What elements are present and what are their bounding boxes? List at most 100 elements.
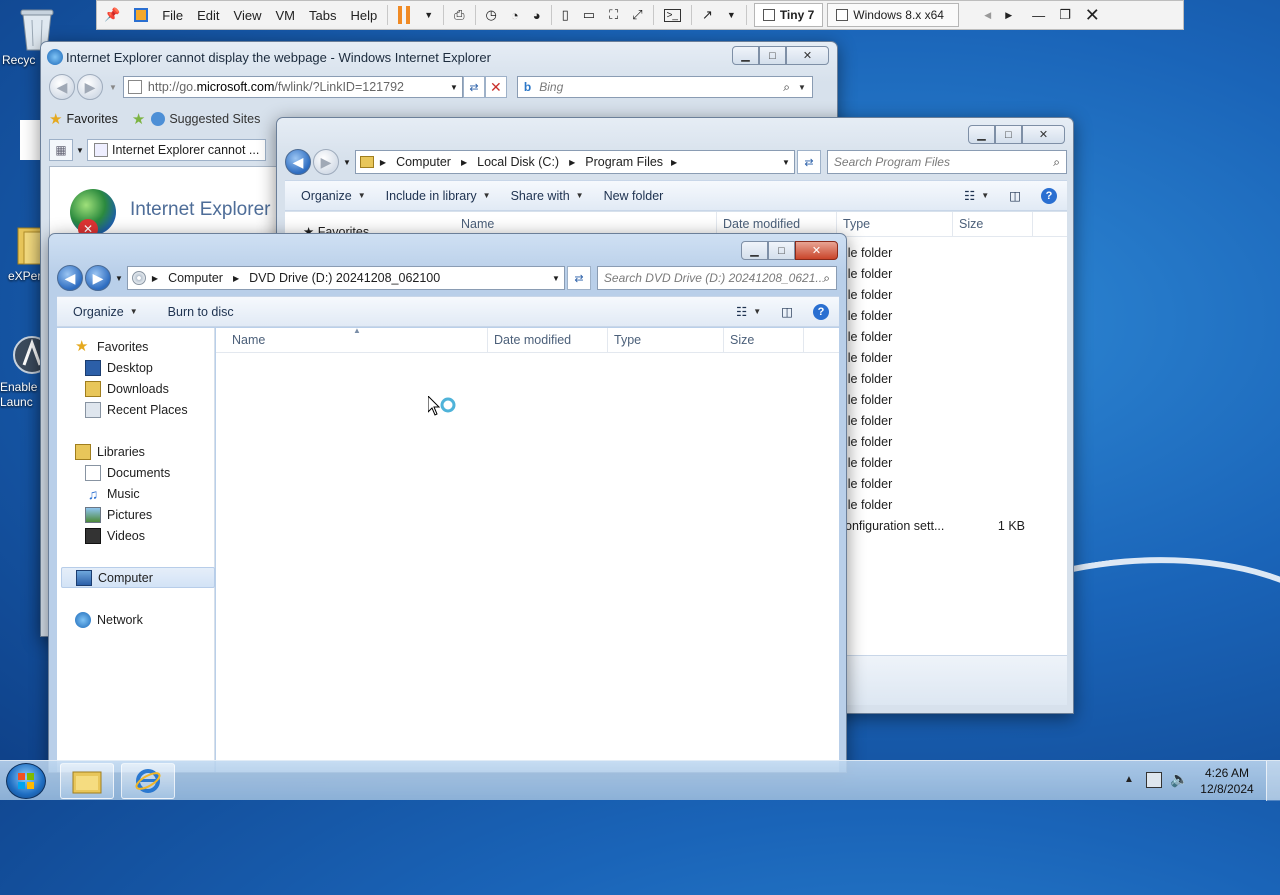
forward-button[interactable]: ▶ <box>77 74 103 100</box>
view-options-icon[interactable]: ☷ ▼ <box>726 304 771 319</box>
column-size[interactable]: Size <box>724 327 804 353</box>
table-row[interactable]: ile folder <box>845 389 1065 410</box>
back-button[interactable]: ◀ <box>285 149 311 175</box>
table-row[interactable]: ile folder <box>845 368 1065 389</box>
preview-pane-icon[interactable]: ◫ <box>999 188 1031 203</box>
table-row[interactable]: ile folder <box>845 242 1065 263</box>
favorites-button[interactable]: Favorites <box>66 112 117 126</box>
menu-edit[interactable]: Edit <box>190 0 226 30</box>
nav-music[interactable]: ♫ Music <box>75 483 214 504</box>
pause-icon[interactable] <box>391 0 417 30</box>
refresh-icon[interactable]: ⇄ <box>566 266 591 290</box>
table-row[interactable]: ile folder <box>845 347 1065 368</box>
recent-locations-dropdown[interactable]: ▼ <box>343 158 351 167</box>
close-button[interactable]: ✕ <box>786 46 829 65</box>
share-with-button[interactable]: Share with ▼ <box>501 189 594 203</box>
nav-favorites[interactable]: ★ Favorites <box>75 336 214 357</box>
table-row[interactable]: ile folder <box>845 326 1065 347</box>
column-date-modified[interactable]: Date modified <box>488 327 608 353</box>
help-icon[interactable]: ? <box>803 303 839 320</box>
vm-app-icon[interactable] <box>127 0 155 30</box>
breadcrumb-program-files[interactable]: Program Files <box>585 155 663 169</box>
table-row[interactable]: ile folder <box>845 305 1065 326</box>
stop-icon[interactable]: ✕ <box>484 76 507 98</box>
menu-help[interactable]: Help <box>343 0 384 30</box>
table-row[interactable]: ile folder <box>845 452 1065 473</box>
ie-address-bar[interactable]: http://go. microsoft.com/fwlink/?LinkID=1… <box>122 76 463 98</box>
volume-tray-icon[interactable]: 🔈 <box>1170 770 1189 788</box>
dvd-search-box[interactable]: Search DVD Drive (D:) 20241208_0621... ⌕ <box>596 266 837 290</box>
taskbar-ie-button[interactable] <box>121 763 175 799</box>
breadcrumb-computer[interactable]: Computer <box>396 155 451 169</box>
tab-list-dropdown[interactable]: ▼ <box>73 146 87 155</box>
column-type[interactable]: Type <box>837 211 953 237</box>
fullscreen-icon[interactable]: ⛶ <box>602 0 625 30</box>
nav-downloads[interactable]: Downloads <box>75 378 214 399</box>
breadcrumb-dvd-drive[interactable]: DVD Drive (D:) 20241208_062100 <box>249 271 440 285</box>
vm-tab-tiny7[interactable]: Tiny 7 <box>753 3 824 27</box>
burn-to-disc-button[interactable]: Burn to disc <box>158 305 244 319</box>
view-options-icon[interactable]: ☷ ▼ <box>954 188 999 203</box>
restore-icon[interactable]: ❐ <box>1052 0 1078 30</box>
search-icon[interactable]: ⌕ <box>783 80 790 95</box>
close-icon[interactable]: ✕ <box>1078 0 1107 30</box>
minimize-button[interactable]: ▁ <box>741 241 768 260</box>
show-hidden-icons-button[interactable]: ▲ <box>1124 774 1134 785</box>
minimize-button[interactable]: ▁ <box>968 125 995 144</box>
minimize-icon[interactable]: — <box>1025 0 1052 30</box>
preview-pane-icon[interactable]: ◫ <box>771 304 803 319</box>
nav-pictures[interactable]: Pictures <box>75 504 214 525</box>
back-button[interactable]: ◀ <box>49 74 75 100</box>
vm-tab-windows8[interactable]: Windows 8.x x64 <box>827 3 960 27</box>
table-row[interactable]: ile folder <box>845 410 1065 431</box>
close-button[interactable]: ✕ <box>1022 125 1065 144</box>
dvd-address-bar[interactable]: ▶ Computer ▶ DVD Drive (D:) 20241208_062… <box>126 266 565 290</box>
refresh-icon[interactable]: ⇄ <box>462 76 485 98</box>
table-row[interactable]: ile folder <box>845 473 1065 494</box>
menu-view[interactable]: View <box>227 0 269 30</box>
sidebar-toggle-icon[interactable]: ▯ <box>555 0 576 30</box>
tab-scroll-left-icon[interactable]: ◀ <box>977 0 998 30</box>
recent-locations-dropdown[interactable]: ▼ <box>115 274 123 283</box>
help-icon[interactable]: ? <box>1031 187 1067 204</box>
address-dropdown-icon[interactable]: ▼ <box>782 158 790 167</box>
maximize-button[interactable]: □ <box>995 125 1022 144</box>
table-row[interactable]: ile folder <box>845 284 1065 305</box>
snapshot-manager-icon[interactable]: ◕ <box>526 0 548 30</box>
refresh-icon[interactable]: ⇄ <box>796 150 821 174</box>
organize-button[interactable]: Organize ▼ <box>63 305 148 319</box>
console-icon[interactable]: >_ <box>657 0 688 30</box>
include-in-library-button[interactable]: Include in library ▼ <box>376 189 501 203</box>
nav-libraries[interactable]: Libraries <box>75 441 214 462</box>
new-folder-button[interactable]: New folder <box>594 189 674 203</box>
forward-button[interactable]: ▶ <box>85 265 111 291</box>
pf-search-box[interactable]: Search Program Files ⌕ <box>826 150 1067 174</box>
search-dropdown-icon[interactable]: ▼ <box>798 83 806 92</box>
nav-recent-places[interactable]: Recent Places <box>75 399 214 420</box>
pf-address-bar[interactable]: ▶ Computer ▶ Local Disk (C:) ▶ Program F… <box>354 150 795 174</box>
nav-videos[interactable]: Videos <box>75 525 214 546</box>
search-icon[interactable]: ⌕ <box>1053 155 1060 170</box>
breadcrumb-computer[interactable]: Computer <box>168 271 223 285</box>
tab-scroll-right-icon[interactable]: ▶ <box>998 0 1019 30</box>
search-icon[interactable]: ⌕ <box>823 271 830 286</box>
add-favorite-icon[interactable]: ★ <box>132 110 145 128</box>
menu-vm[interactable]: VM <box>269 0 303 30</box>
back-button[interactable]: ◀ <box>57 265 83 291</box>
show-desktop-button[interactable] <box>1266 761 1280 801</box>
address-dropdown-icon[interactable]: ▼ <box>450 83 458 92</box>
maximize-button[interactable]: □ <box>768 241 795 260</box>
chevron-down-icon[interactable]: ▼ <box>720 0 743 30</box>
nav-network[interactable]: Network <box>75 609 214 630</box>
ie-search-box[interactable]: b Bing ⌕ ▼ <box>516 76 813 98</box>
organize-button[interactable]: Organize ▼ <box>291 189 376 203</box>
taskbar-explorer-button[interactable] <box>60 763 114 799</box>
snapshot-icon[interactable]: ◷ <box>479 0 504 30</box>
thumbnail-bar-icon[interactable]: ▭ <box>576 0 602 30</box>
minimize-button[interactable]: ▁ <box>732 46 759 65</box>
stretch-icon[interactable]: ↗ <box>695 0 720 30</box>
suggested-sites-link[interactable]: Suggested Sites <box>169 112 260 126</box>
address-dropdown-icon[interactable]: ▼ <box>552 274 560 283</box>
table-row[interactable]: ile folder <box>845 263 1065 284</box>
column-type[interactable]: Type <box>608 327 724 353</box>
